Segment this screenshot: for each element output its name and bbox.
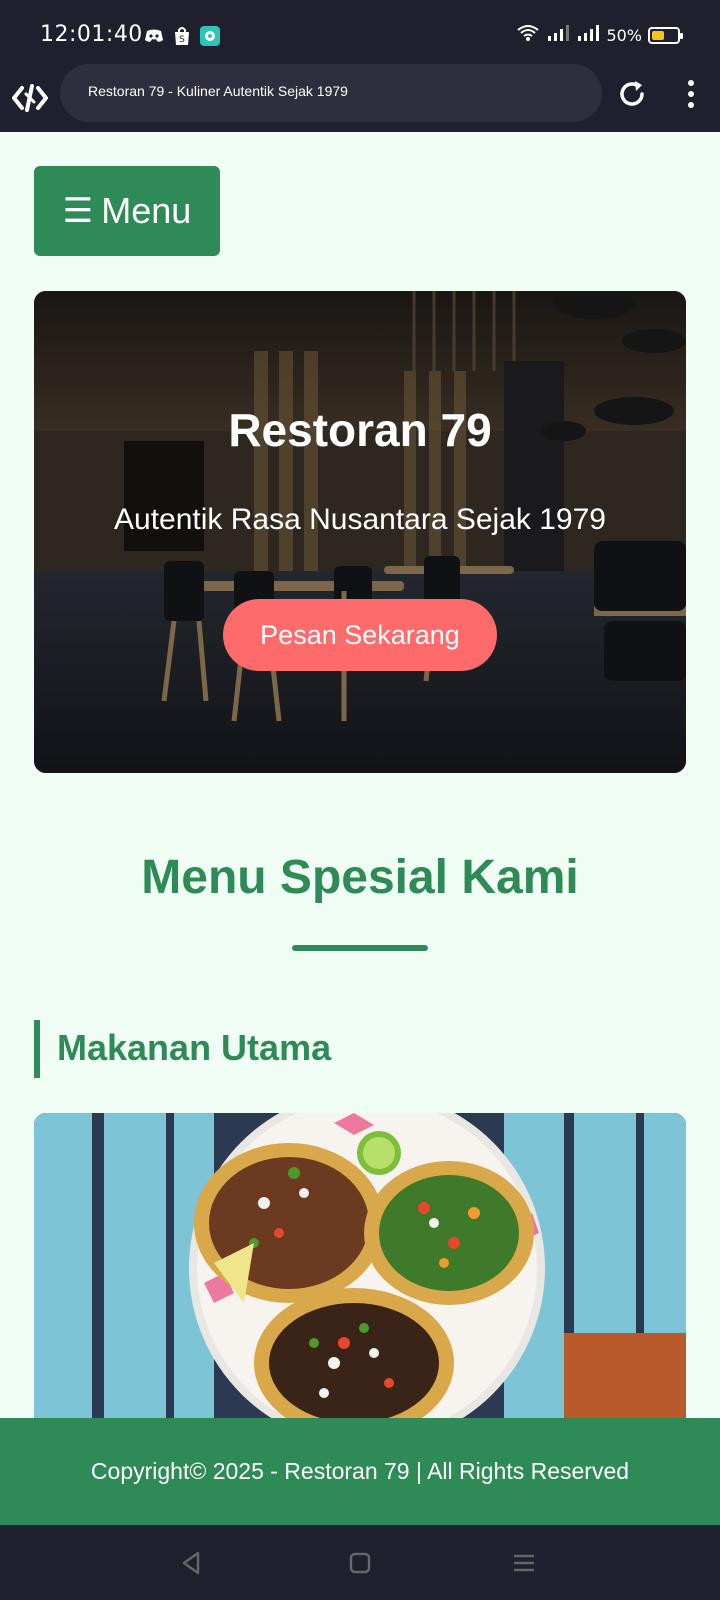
food-card[interactable] — [34, 1113, 686, 1443]
footer-copyright: Copyright© 2025 - Restoran 79 | All Righ… — [90, 1458, 630, 1484]
system-navigation-bar — [0, 1525, 720, 1600]
chat-app-icon — [200, 26, 220, 46]
order-now-button[interactable]: Pesan Sekarang — [223, 599, 497, 671]
home-icon[interactable] — [344, 1547, 376, 1579]
page-title-url: Restoran 79 - Kuliner Autentik Sejak 197… — [88, 83, 348, 99]
menu-button[interactable]: ☰ Menu — [34, 166, 220, 256]
hamburger-icon: ☰ — [62, 192, 94, 230]
browser-logo-icon[interactable] — [12, 80, 48, 116]
tacos-image — [34, 1113, 686, 1443]
section-title: Menu Spesial Kami — [141, 851, 579, 904]
wifi-icon — [516, 24, 540, 47]
hero-banner: Restoran 79 Autentik Rasa Nusantara Seja… — [34, 291, 686, 773]
shopping-bag-icon: S — [172, 26, 192, 46]
browser-toolbar: Restoran 79 - Kuliner Autentik Sejak 197… — [0, 64, 720, 132]
discord-icon — [144, 26, 164, 46]
notification-icons: S — [144, 26, 220, 46]
hero-subtitle: Autentik Rasa Nusantara Sejak 1979 — [114, 503, 606, 536]
signal-icon — [546, 24, 570, 47]
battery-percent: 50% — [606, 26, 642, 45]
battery-icon — [648, 27, 683, 44]
category-title: Makanan Utama — [57, 1027, 332, 1068]
category-accent-bar — [34, 1020, 40, 1078]
menu-button-label: Menu — [101, 190, 192, 231]
hero-title: Restoran 79 — [228, 404, 492, 456]
section-underline — [292, 945, 428, 951]
status-bar: 12:01:40 S 50% — [0, 0, 720, 66]
address-bar[interactable]: Restoran 79 - Kuliner Autentik Sejak 197… — [60, 64, 602, 122]
recents-icon[interactable] — [508, 1547, 540, 1579]
back-icon[interactable] — [176, 1547, 208, 1579]
status-time: 12:01:40 — [40, 22, 143, 47]
svg-text:S: S — [179, 35, 185, 45]
footer: Copyright© 2025 - Restoran 79 | All Righ… — [0, 1418, 720, 1525]
system-icons: 50% — [516, 24, 683, 47]
battery-level — [652, 31, 664, 40]
signal-icon — [576, 24, 600, 47]
reload-icon[interactable] — [614, 76, 650, 112]
more-options-icon[interactable] — [678, 76, 704, 112]
